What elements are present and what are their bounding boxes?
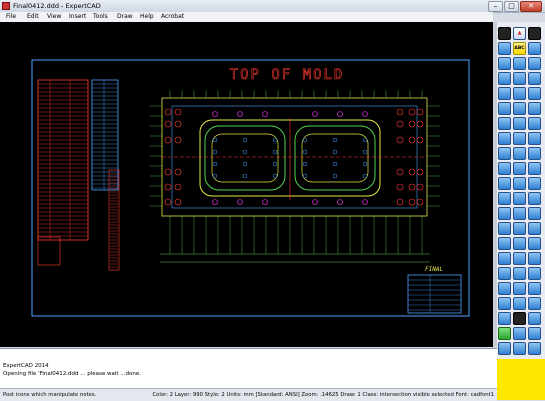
pencil-icon[interactable]	[498, 42, 511, 55]
tool-button-icon[interactable]	[513, 327, 526, 340]
menu-tools[interactable]: Tools	[93, 12, 108, 22]
title-block: FINAL	[407, 266, 462, 314]
tool-button-icon[interactable]	[528, 102, 541, 115]
menu-insert[interactable]: Insert	[69, 12, 86, 22]
tool-button-icon[interactable]	[498, 282, 511, 295]
tool-button-icon[interactable]	[528, 87, 541, 100]
tool-button-icon[interactable]	[528, 162, 541, 175]
tool-palette: ▲ ABC	[497, 22, 545, 400]
tool-button-icon[interactable]	[498, 102, 511, 115]
console-line: Opening file 'Final0412.ddd ... please w…	[3, 371, 142, 377]
tool-button-icon[interactable]	[528, 117, 541, 130]
zoom-icon[interactable]	[528, 42, 541, 55]
tool-button-icon[interactable]	[513, 252, 526, 265]
menu-acrobat[interactable]: Acrobat	[161, 12, 184, 22]
console-line: ExpertCAD 2014	[3, 363, 49, 369]
tool-button-icon[interactable]	[513, 87, 526, 100]
tool-button-icon[interactable]	[528, 132, 541, 145]
tool-button-icon[interactable]	[498, 252, 511, 265]
tool-button-icon[interactable]	[528, 267, 541, 280]
tool-button-icon[interactable]	[513, 132, 526, 145]
drawing-title: TOP OF MOLD	[230, 67, 345, 83]
tool-button-icon[interactable]	[498, 147, 511, 160]
maximize-button[interactable]: □	[504, 1, 519, 12]
tool-button-icon[interactable]	[498, 162, 511, 175]
tool-button-icon[interactable]	[498, 327, 511, 340]
app-icon	[2, 2, 10, 10]
black-swatch-icon[interactable]	[528, 27, 541, 40]
tool-button-icon[interactable]	[513, 162, 526, 175]
menu-bar: File Edit View Insert Tools Draw Help Ac…	[0, 12, 493, 22]
tool-button-icon[interactable]	[528, 342, 541, 355]
tool-button-icon[interactable]	[528, 282, 541, 295]
tool-button-icon[interactable]	[528, 327, 541, 340]
tool-button-icon[interactable]	[513, 177, 526, 190]
tool-button-icon[interactable]	[513, 57, 526, 70]
tool-button-icon[interactable]	[513, 192, 526, 205]
tool-button-icon[interactable]	[513, 102, 526, 115]
close-button[interactable]: ✕	[520, 1, 542, 12]
menu-help[interactable]: Help	[140, 12, 154, 22]
final-stamp: FINAL	[425, 266, 443, 273]
menu-file[interactable]: File	[6, 12, 16, 22]
triangle-icon[interactable]: ▲	[513, 27, 526, 40]
tool-button-icon[interactable]	[498, 177, 511, 190]
tool-button-icon[interactable]	[513, 342, 526, 355]
tool-button-icon[interactable]	[498, 192, 511, 205]
status-bar: Post icons which manipulate notes. Color…	[0, 388, 497, 401]
tool-button-icon[interactable]	[498, 342, 511, 355]
tool-button-icon[interactable]	[528, 237, 541, 250]
layer-color-panel[interactable]	[497, 359, 545, 400]
menu-view[interactable]: View	[47, 12, 61, 22]
parts-table-left	[37, 79, 119, 266]
select-arrow-icon[interactable]	[498, 27, 511, 40]
tool-button-icon[interactable]	[528, 297, 541, 310]
tool-button-icon[interactable]	[498, 267, 511, 280]
tool-button-icon[interactable]	[498, 222, 511, 235]
tool-button-icon[interactable]	[513, 147, 526, 160]
menu-draw[interactable]: Draw	[117, 12, 133, 22]
mold-plate	[150, 90, 440, 254]
command-console[interactable]: ExpertCAD 2014 Opening file 'Final0412.d…	[0, 348, 497, 389]
tool-button-icon[interactable]	[498, 72, 511, 85]
window-title: Final0412.ddd - ExpertCAD	[13, 2, 101, 10]
tool-button-icon[interactable]	[513, 297, 526, 310]
tool-button-icon[interactable]	[513, 72, 526, 85]
tool-button-icon[interactable]	[513, 117, 526, 130]
menu-edit[interactable]: Edit	[27, 12, 39, 22]
tool-button-icon[interactable]	[498, 237, 511, 250]
minimize-button[interactable]: –	[488, 1, 503, 12]
text-abc-icon[interactable]: ABC	[513, 42, 526, 55]
tool-button-icon[interactable]	[528, 207, 541, 220]
tool-button-icon[interactable]	[528, 252, 541, 265]
tool-button-icon[interactable]	[513, 222, 526, 235]
tool-button-icon[interactable]	[528, 192, 541, 205]
cad-drawing: TOP OF MOLD FINAL	[31, 59, 470, 317]
tool-button-icon[interactable]	[498, 312, 511, 325]
notes-column	[108, 169, 120, 271]
tool-button-icon[interactable]	[498, 57, 511, 70]
tool-button-icon[interactable]	[513, 237, 526, 250]
tool-button-icon[interactable]	[513, 267, 526, 280]
status-info: Color: 2 Layer: 990 Style: 2 Units: mm […	[152, 392, 494, 398]
tool-button-icon[interactable]	[528, 177, 541, 190]
tool-button-icon[interactable]	[528, 312, 541, 325]
tool-button-icon[interactable]	[513, 207, 526, 220]
tool-button-icon[interactable]	[498, 117, 511, 130]
tool-button-icon[interactable]	[528, 72, 541, 85]
tool-button-icon[interactable]	[498, 132, 511, 145]
tool-button-icon[interactable]	[528, 222, 541, 235]
tool-button-icon[interactable]	[498, 207, 511, 220]
status-hint: Post icons which manipulate notes.	[3, 392, 97, 398]
drawing-canvas[interactable]: TOP OF MOLD FINAL	[0, 22, 493, 347]
tool-button-icon[interactable]	[528, 57, 541, 70]
tool-button-icon[interactable]	[498, 87, 511, 100]
tool-button-icon[interactable]	[498, 297, 511, 310]
tool-button-icon[interactable]	[528, 147, 541, 160]
tool-button-icon[interactable]	[513, 312, 526, 325]
tool-button-icon[interactable]	[513, 282, 526, 295]
